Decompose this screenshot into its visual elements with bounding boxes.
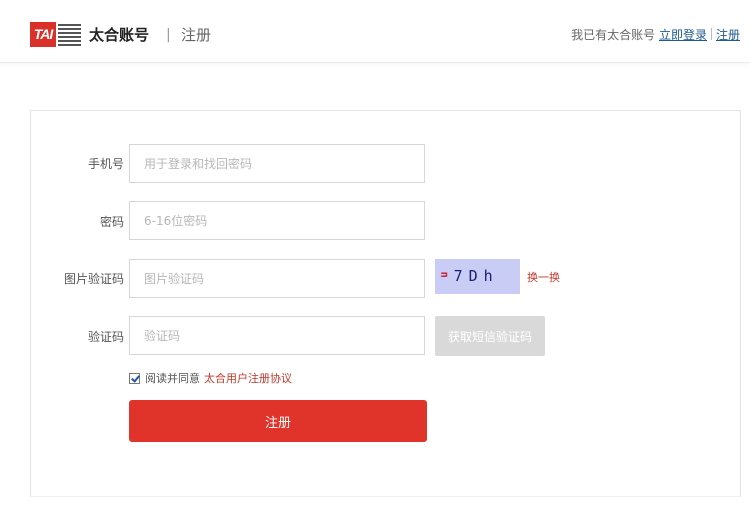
agreement-checkbox[interactable] [129,373,140,384]
link-divider [710,28,712,40]
captcha-text: 7Dh [453,267,499,285]
logo-stripes-icon [58,24,81,46]
captcha-refresh-link[interactable]: 换一换 [527,271,560,285]
sms-code-input[interactable] [129,316,425,355]
register-form-panel: 手机号 密码 图片验证码 ᴝ7Dh 换一换 验证码 获取短信验证码 阅读并同意太… [30,110,741,497]
phone-input[interactable] [129,144,425,183]
page-title: 注册 [181,26,212,44]
image-code-label: 图片验证码 [63,272,124,286]
register-link[interactable]: 注册 [716,28,740,42]
logo-mark: TAI [30,22,56,47]
captcha-image[interactable]: ᴝ7Dh [435,259,520,294]
tai-logo[interactable]: TAI [30,22,81,47]
image-code-input[interactable] [129,259,425,298]
register-submit-button[interactable]: 注册 [129,400,427,442]
agreement-link[interactable]: 太合用户注册协议 [204,372,292,385]
agreement-text: 阅读并同意 [145,372,200,385]
password-input[interactable] [129,201,425,240]
brand-name: 太合账号 [89,26,150,44]
sms-code-label: 验证码 [87,330,124,344]
have-account-text: 我已有太合账号 [571,28,656,42]
login-link[interactable]: 立即登录 [659,28,707,42]
captcha-noise-icon: ᴝ [441,267,454,280]
phone-label: 手机号 [87,157,124,171]
title-separator: | [166,27,171,43]
get-sms-code-button[interactable]: 获取短信验证码 [435,316,545,356]
agreement-row: 阅读并同意 太合用户注册协议 [129,372,292,386]
account-links: 我已有太合账号 立即登录 注册 [571,27,740,43]
header: TAI 太合账号 | 注册 我已有太合账号 立即登录 注册 [0,0,750,63]
password-label: 密码 [99,215,124,229]
